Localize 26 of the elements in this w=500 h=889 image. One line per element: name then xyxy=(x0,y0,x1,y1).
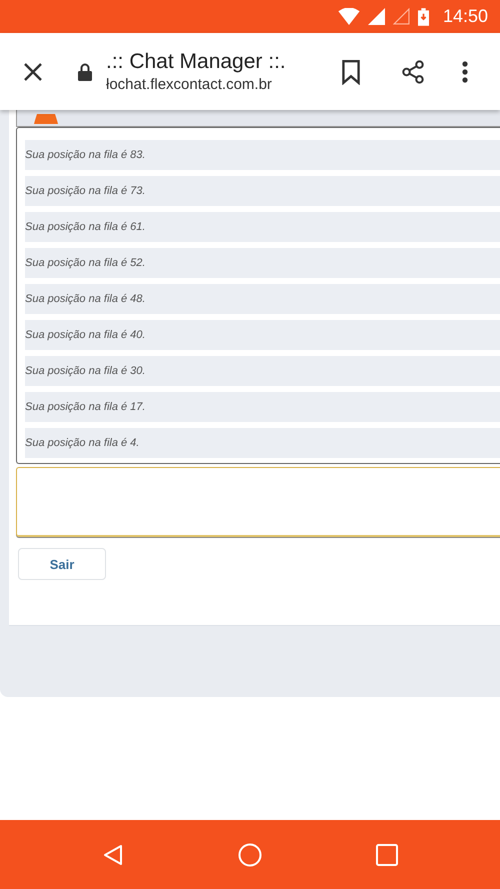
chat-message: Sua posição na fila é 61. xyxy=(25,212,500,242)
lock-icon xyxy=(78,62,92,80)
bookmark-icon[interactable] xyxy=(339,58,363,84)
message-input[interactable] xyxy=(16,467,500,537)
home-icon[interactable] xyxy=(238,842,262,866)
clock-time: 14:50 xyxy=(442,6,488,27)
chat-message: Sua posição na fila é 83. xyxy=(25,140,500,170)
back-icon[interactable] xyxy=(101,842,125,866)
chat-message: Sua posição na fila é 48. xyxy=(25,284,500,314)
chat-message: Sua posição na fila é 73. xyxy=(25,176,500,206)
more-options-icon[interactable] xyxy=(462,60,468,82)
signal-icon xyxy=(392,8,410,25)
recents-icon[interactable] xyxy=(375,842,399,866)
wifi-icon xyxy=(338,8,360,25)
exit-button[interactable]: Sair xyxy=(18,548,106,580)
chat-message: Sua posição na fila é 52. xyxy=(25,248,500,278)
battery-icon xyxy=(418,8,429,26)
signal-icon xyxy=(368,8,385,25)
close-icon[interactable] xyxy=(23,62,43,82)
share-icon[interactable] xyxy=(401,58,425,84)
chat-message: Sua posição na fila é 4. xyxy=(25,428,500,458)
page-title: .:: Chat Manager ::. xyxy=(106,50,287,74)
url-text: łochat.flexcontact.com.br xyxy=(106,76,273,93)
chat-message: Sua posição na fila é 30. xyxy=(25,356,500,386)
chat-message: Sua posição na fila é 17. xyxy=(25,392,500,422)
chat-message: Sua posição na fila é 40. xyxy=(25,320,500,350)
